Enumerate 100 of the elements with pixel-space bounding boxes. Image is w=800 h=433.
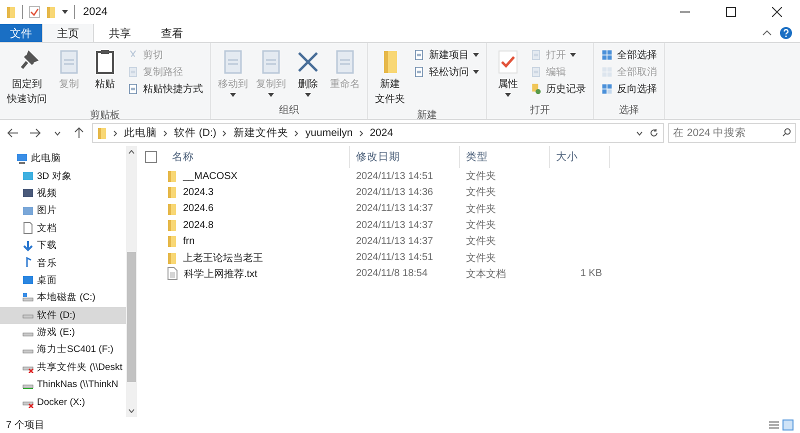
folder-icon — [97, 127, 107, 139]
large-icons-view-icon[interactable] — [782, 419, 794, 431]
file-menu-button[interactable]: 文件 — [0, 24, 42, 42]
chevron-right-icon — [113, 130, 118, 136]
size-cell-text: 1 KB — [579, 267, 603, 282]
ribbon-button[interactable]: 新建项目 — [410, 47, 482, 63]
folder-icon — [167, 235, 177, 248]
scrollbar[interactable] — [126, 146, 137, 417]
column-header[interactable]: 大小 — [550, 146, 610, 168]
sidebar-item[interactable]: 本地磁盘 (C:) — [0, 289, 126, 307]
sidebar-item[interactable]: 视频 — [0, 184, 126, 202]
ribbon-button[interactable]: 属性 — [491, 46, 525, 103]
file-name[interactable]: 2024.3 — [145, 184, 350, 201]
caret-icon — [473, 53, 479, 57]
type-cell-text: 文件夹 — [465, 170, 497, 184]
sidebar-item[interactable]: 文档 — [0, 220, 126, 237]
date-cell-text: 2024/11/13 14:36 — [355, 186, 434, 200]
ribbon-tab[interactable]: 共享 — [94, 24, 146, 42]
sidebar-item[interactable]: 音乐 — [0, 254, 126, 272]
caret-icon — [305, 93, 311, 97]
chevron-up-icon[interactable] — [762, 30, 772, 36]
details-view-icon[interactable] — [768, 419, 780, 431]
scroll-up-icon[interactable] — [128, 150, 135, 154]
select-all-checkbox[interactable] — [145, 151, 157, 163]
caret-icon — [570, 53, 576, 57]
group-label: 剪贴板 — [89, 108, 121, 122]
close-icon — [772, 7, 782, 17]
drive-icon — [22, 292, 34, 304]
column-header[interactable]: 修改日期 — [350, 146, 460, 168]
folder-icon — [46, 6, 56, 18]
ribbon-button[interactable]: 反向选择 — [598, 81, 660, 97]
column-header[interactable]: 类型 — [460, 146, 550, 168]
file-name[interactable]: 科学上网推荐.txt — [145, 266, 350, 282]
date-cell-text: 2024/11/13 14:51 — [355, 170, 434, 184]
file-name[interactable]: frn — [145, 233, 350, 250]
document-icon — [22, 222, 34, 234]
sidebar-item[interactable]: 图片 — [0, 202, 126, 220]
document-icon — [530, 49, 542, 61]
ribbon-tab[interactable]: 查看 — [146, 24, 198, 42]
chevron-right-icon — [358, 130, 364, 136]
maximize-icon — [726, 7, 736, 17]
caret-icon — [473, 70, 479, 74]
file-name[interactable]: 2024.8 — [145, 216, 350, 234]
up-arrow-icon — [74, 127, 84, 139]
folder-icon — [167, 202, 177, 215]
chevron-down-icon[interactable] — [636, 130, 643, 136]
sidebar-item[interactable]: 下载 — [0, 236, 126, 254]
sidebar-item[interactable]: 海力士SC401 (F:) — [0, 341, 126, 359]
file-name[interactable]: __MACOSX — [145, 168, 350, 184]
type-cell-text: 文件夹 — [465, 186, 497, 200]
type-cell-text: 文件夹 — [465, 218, 497, 234]
breadcrumb[interactable]: 此电脑 — [124, 126, 157, 140]
type-cell-text: 文件夹 — [465, 252, 497, 266]
ribbon-button[interactable]: 固定到 快速访问 — [4, 46, 50, 108]
sidebar-item[interactable]: 软件 (D:) — [0, 306, 126, 324]
date-cell-text: 2024/11/13 14:37 — [355, 234, 434, 249]
caret-icon — [230, 93, 236, 97]
search-field[interactable]: 在 2024 中搜索 — [668, 123, 796, 143]
file-name[interactable]: 2024.6 — [145, 200, 350, 217]
ribbon-button[interactable]: 新建 文件夹 — [372, 46, 408, 108]
column-header[interactable]: 名称 — [166, 146, 194, 168]
properties-icon[interactable] — [29, 6, 40, 18]
address-bar[interactable]: 此电脑 软件 (D:) 新建文件夹 yuumeilyn 2024 — [92, 123, 664, 143]
scrollbar-thumb[interactable] — [127, 252, 136, 382]
sidebar-item[interactable]: 游戏 (E:) — [0, 324, 126, 342]
computer-icon — [16, 152, 28, 165]
ribbon-button[interactable]: 删除 — [291, 46, 325, 103]
ribbon-button[interactable]: 粘贴 — [88, 46, 122, 108]
breadcrumb[interactable]: 软件 (D:) — [174, 126, 216, 140]
folder-icon — [6, 6, 16, 18]
ribbon-button[interactable]: 全部选择 — [598, 47, 660, 63]
down-arrow-icon — [22, 240, 34, 252]
refresh-icon[interactable] — [649, 128, 659, 138]
folder-icon — [167, 252, 177, 264]
date-cell-text: 2024/11/8 18:54 — [355, 267, 429, 282]
date-cell-text: 2024/11/13 14:37 — [355, 202, 434, 216]
scroll-down-icon[interactable] — [128, 409, 135, 413]
caret-icon — [505, 93, 511, 97]
grid-icon — [601, 49, 613, 61]
ribbon-button[interactable]: 历史记录 — [527, 81, 589, 97]
breadcrumb[interactable]: 新建文件夹 — [233, 126, 288, 140]
grid-icon — [601, 83, 613, 95]
help-icon[interactable] — [780, 27, 792, 39]
group-label: 选择 — [618, 104, 640, 118]
desktop-icon — [22, 274, 34, 286]
type-cell-text: 文本文档 — [465, 268, 507, 282]
sidebar-item[interactable]: Docker (X:) — [0, 393, 126, 411]
sidebar-item[interactable]: 共享文件夹 (\\Deskt — [0, 358, 126, 376]
breadcrumb[interactable]: 2024 — [370, 127, 394, 139]
chevron-down-icon — [54, 130, 60, 136]
ribbon-button[interactable]: 粘贴快捷方式 — [124, 81, 206, 97]
ribbon-button[interactable]: 轻松访问 — [410, 64, 482, 80]
sidebar-item[interactable]: 桌面 — [0, 272, 126, 290]
breadcrumb[interactable]: yuumeilyn — [305, 127, 353, 139]
sidebar-item[interactable]: ThinkNas (\\ThinkN — [0, 376, 126, 394]
file-name[interactable]: 上老王论坛当老王 — [145, 249, 350, 266]
ribbon-tab[interactable]: 主页 — [42, 24, 94, 42]
sidebar-item[interactable]: 此电脑 — [0, 150, 126, 168]
sidebar-item[interactable]: 3D 对象 — [0, 167, 126, 185]
caret-icon — [268, 93, 274, 97]
